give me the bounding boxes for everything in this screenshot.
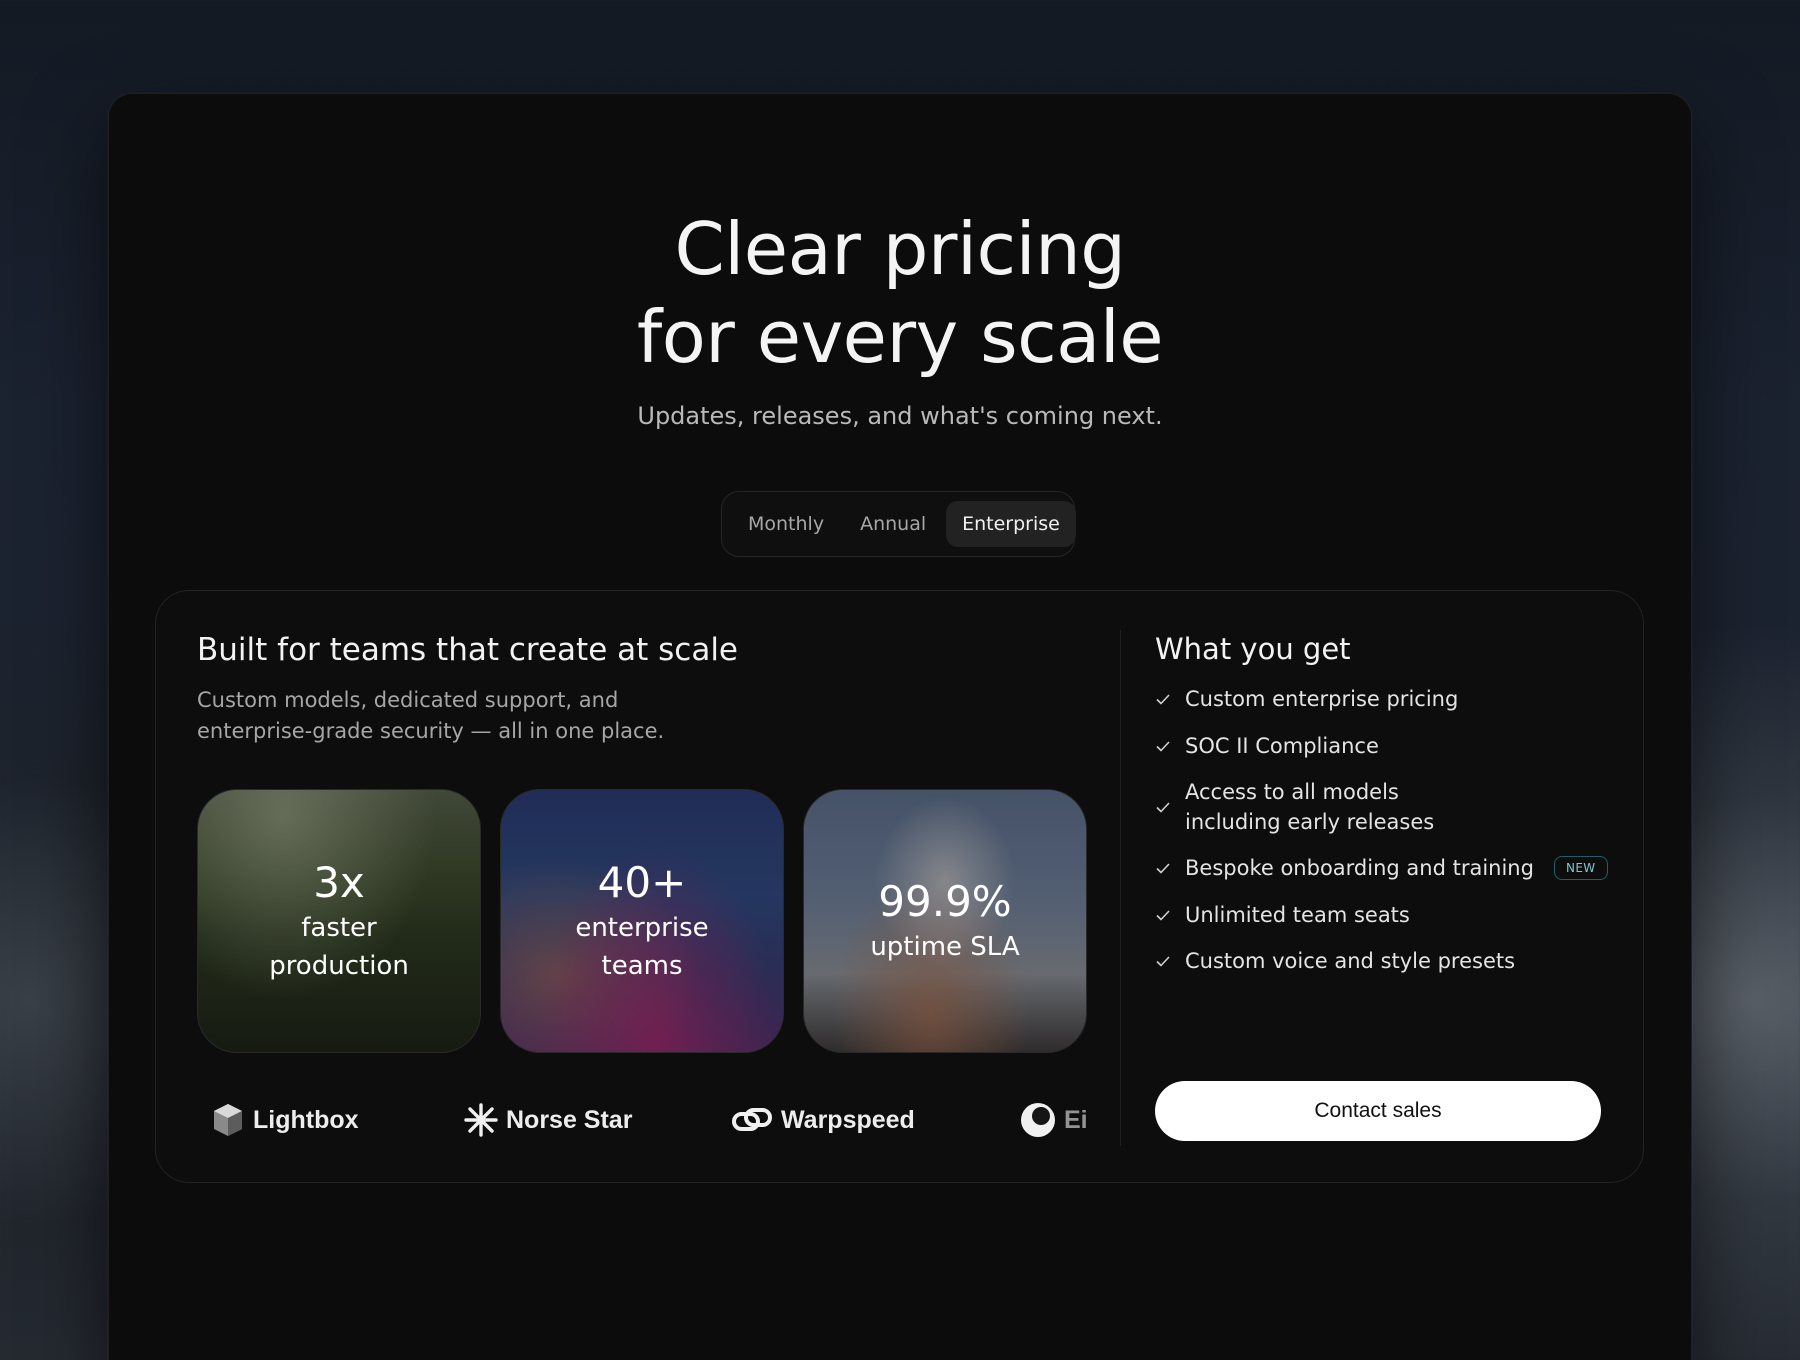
stat-label-line-1: faster [301, 913, 377, 943]
logo-name: Norse Star [506, 1105, 633, 1134]
feature-label-line-1: Access to all models [1185, 780, 1399, 804]
logo-name: Warpspeed [781, 1105, 915, 1134]
feature-label: Custom enterprise pricing [1185, 687, 1459, 711]
enterprise-title: Built for teams that create at scale [197, 632, 739, 668]
page-title-line-2: for every scale [636, 295, 1164, 379]
customer-logos: Lightbox Norse Star Warpspeed Ei [197, 1094, 1087, 1146]
logo-norse-star: Norse Star [464, 1094, 632, 1146]
new-badge: NEW [1553, 856, 1608, 880]
check-icon [1156, 694, 1170, 705]
card-divider [1120, 630, 1121, 1146]
contact-sales-button[interactable]: Contact sales [1155, 1081, 1601, 1141]
stat-value: 40+ [597, 858, 687, 907]
stat-label-line-1: enterprise [575, 913, 709, 943]
feature-item: Access to all models including early rel… [1155, 777, 1434, 837]
logo-warpspeed: Warpspeed [731, 1094, 915, 1146]
feature-label: Unlimited team seats [1185, 903, 1410, 927]
feature-item: SOC II Compliance [1155, 731, 1379, 761]
tab-enterprise[interactable]: Enterprise [946, 501, 1076, 547]
logo-lightbox: Lightbox [211, 1094, 359, 1146]
link-icon [732, 1108, 772, 1131]
logo-name: Ei [1064, 1105, 1087, 1134]
check-icon [1156, 863, 1170, 874]
feature-label: SOC II Compliance [1185, 734, 1379, 758]
enterprise-description-line-2: enterprise-grade security — all in one p… [197, 719, 665, 743]
enterprise-description: Custom models, dedicated support, and en… [197, 685, 757, 747]
check-icon [1156, 910, 1170, 921]
feature-item: Custom enterprise pricing [1155, 684, 1458, 714]
page-title-line-1: Clear pricing [674, 207, 1126, 291]
logo-ei: Ei [1020, 1094, 1087, 1146]
moon-icon [1021, 1103, 1055, 1137]
cube-icon [214, 1104, 242, 1136]
check-icon [1156, 741, 1170, 752]
features-title: What you get [1155, 632, 1351, 666]
feature-label: Access to all models including early rel… [1185, 777, 1434, 837]
feature-item: Unlimited team seats [1155, 900, 1410, 930]
asterisk-icon [464, 1103, 498, 1137]
logo-name: Lightbox [253, 1105, 359, 1134]
feature-item: Custom voice and style presets [1155, 946, 1515, 976]
stat-card-teams: 40+ enterprise teams [500, 789, 784, 1053]
page-subtitle: Updates, releases, and what's coming nex… [637, 402, 1163, 430]
stat-card-production: 3x faster production [197, 789, 481, 1053]
stat-label-line-2: teams [601, 951, 683, 981]
page-title: Clear pricing for every scale [0, 205, 1800, 381]
check-icon [1156, 956, 1170, 967]
feature-label: Bespoke onboarding and training [1185, 856, 1534, 880]
tab-monthly[interactable]: Monthly [732, 501, 840, 547]
stat-label-line-2: production [269, 951, 409, 981]
check-icon [1156, 802, 1170, 813]
stat-card-uptime: 99.9% uptime SLA [803, 789, 1087, 1053]
enterprise-description-line-1: Custom models, dedicated support, and [197, 688, 619, 712]
feature-label: Custom voice and style presets [1185, 949, 1516, 973]
feature-label-line-2: including early releases [1185, 810, 1435, 834]
stat-label-line-1: uptime SLA [870, 932, 1020, 962]
stat-value: 3x [313, 858, 365, 907]
tab-annual[interactable]: Annual [844, 501, 942, 547]
feature-item: Bespoke onboarding and training NEW [1155, 853, 1608, 883]
stat-value: 99.9% [878, 877, 1012, 926]
billing-toggle: Monthly Annual Enterprise [721, 491, 1076, 557]
